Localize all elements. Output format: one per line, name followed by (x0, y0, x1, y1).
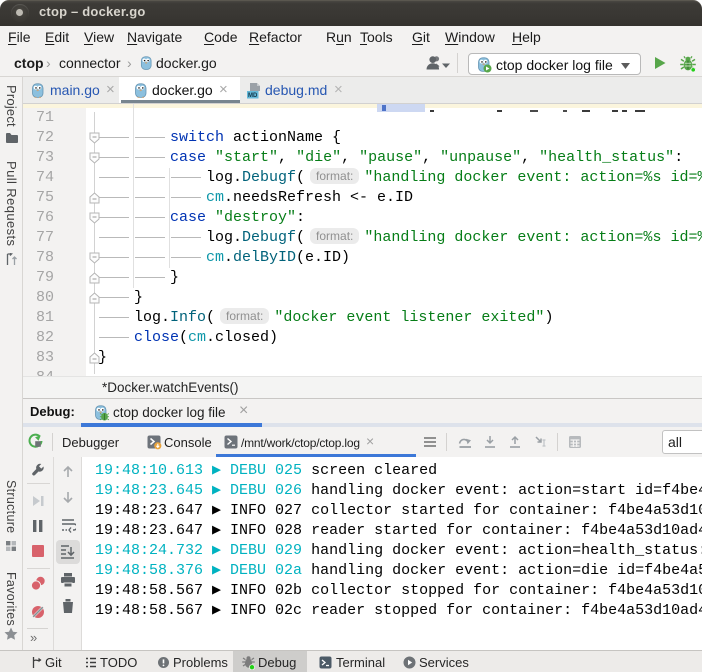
svg-text:MD: MD (248, 93, 258, 99)
